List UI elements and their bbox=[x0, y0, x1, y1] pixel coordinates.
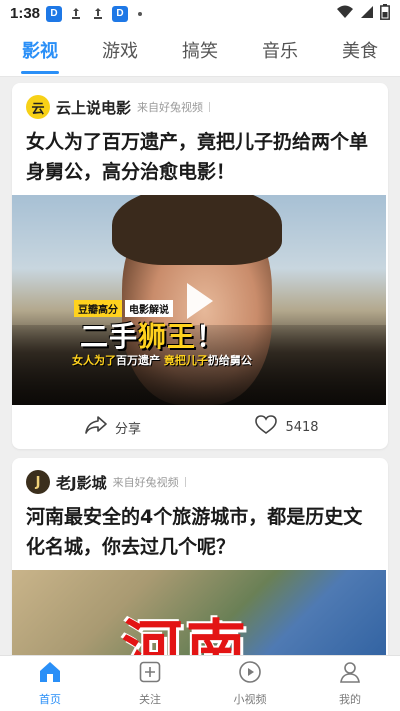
heart-icon bbox=[255, 415, 278, 439]
wifi-icon bbox=[336, 4, 354, 23]
thumbnail-caption: 河南 bbox=[122, 614, 250, 655]
video-thumbnail[interactable]: 河南 bbox=[12, 570, 386, 655]
signal-icon bbox=[360, 4, 374, 23]
author-name[interactable]: 云上说电影 bbox=[56, 97, 131, 118]
card-header: J 老J影城 来自好兔视频 bbox=[12, 458, 388, 500]
plus-square-icon bbox=[138, 660, 162, 687]
nav-follow[interactable]: 关注 bbox=[100, 656, 200, 711]
nav-home[interactable]: 首页 bbox=[0, 656, 100, 711]
like-button[interactable]: 5418 bbox=[200, 415, 374, 439]
home-icon bbox=[38, 660, 62, 687]
nav-short-video[interactable]: 小视频 bbox=[200, 656, 300, 711]
feed-card[interactable]: 云 云上说电影 来自好兔视频 女人为了百万遗产，竟把儿子扔给两个单身舅公，高分治… bbox=[12, 83, 388, 449]
card-header: 云 云上说电影 来自好兔视频 bbox=[12, 83, 388, 125]
status-time: 1:38 bbox=[10, 5, 41, 22]
tab-funny[interactable]: 搞笑 bbox=[160, 27, 240, 77]
battery-icon bbox=[380, 3, 390, 24]
like-count: 5418 bbox=[285, 419, 319, 435]
nav-me-label: 我的 bbox=[339, 693, 361, 706]
divider bbox=[209, 102, 211, 112]
author-name[interactable]: 老J影城 bbox=[56, 472, 107, 493]
source-label: 来自好兔视频 bbox=[112, 476, 179, 489]
sync-icon-2 bbox=[90, 6, 106, 22]
nav-short-video-label: 小视频 bbox=[233, 693, 267, 706]
card-actions: 分享 5418 bbox=[12, 405, 388, 449]
card-title[interactable]: 女人为了百万遗产，竟把儿子扔给两个单身舅公，高分治愈电影！ bbox=[12, 125, 388, 195]
category-tabs: 影视 游戏 搞笑 音乐 美食 bbox=[0, 27, 400, 77]
avatar[interactable]: 云 bbox=[26, 95, 50, 119]
tab-food[interactable]: 美食 bbox=[320, 27, 400, 77]
share-button[interactable]: 分享 bbox=[26, 415, 200, 439]
divider bbox=[184, 477, 186, 487]
video-feed[interactable]: 云 云上说电影 来自好兔视频 女人为了百万遗产，竟把儿子扔给两个单身舅公，高分治… bbox=[0, 77, 400, 655]
status-bar: 1:38 D D bbox=[0, 0, 400, 27]
app-badge-icon: D bbox=[46, 5, 63, 22]
notification-dot-icon bbox=[138, 11, 143, 16]
user-icon bbox=[338, 660, 362, 687]
play-circle-icon bbox=[238, 660, 262, 687]
nav-home-label: 首页 bbox=[39, 693, 61, 706]
status-right bbox=[336, 3, 390, 24]
share-icon bbox=[85, 415, 107, 439]
nav-follow-label: 关注 bbox=[139, 693, 161, 706]
avatar[interactable]: J bbox=[26, 470, 50, 494]
source-label: 来自好兔视频 bbox=[137, 101, 204, 114]
feed-card[interactable]: J 老J影城 来自好兔视频 河南最安全的4个旅游城市，都是历史文化名城，你去过几… bbox=[12, 458, 388, 655]
share-label: 分享 bbox=[114, 421, 141, 437]
sync-icon bbox=[68, 6, 84, 22]
thumbnail-caption: 二手狮王！ bbox=[80, 320, 226, 353]
thumbnail-subcaption: 女人为了百万遗产 竟把儿子扔给舅公 bbox=[72, 354, 252, 367]
tab-games[interactable]: 游戏 bbox=[80, 27, 160, 77]
video-thumbnail[interactable]: 豆瓣高分 电影解说 二手狮王！ 女人为了百万遗产 竟把儿子扔给舅公 bbox=[12, 195, 386, 405]
tab-music[interactable]: 音乐 bbox=[240, 27, 320, 77]
bottom-nav: 首页 关注 小视频 我的 bbox=[0, 655, 400, 711]
thumbnail-hair bbox=[112, 195, 282, 265]
play-icon[interactable] bbox=[187, 283, 213, 319]
tab-movies[interactable]: 影视 bbox=[0, 27, 80, 77]
nav-me[interactable]: 我的 bbox=[300, 656, 400, 711]
card-title[interactable]: 河南最安全的4个旅游城市，都是历史文化名城，你去过几个呢？ bbox=[12, 500, 388, 570]
app-badge-icon-2: D bbox=[112, 5, 129, 22]
